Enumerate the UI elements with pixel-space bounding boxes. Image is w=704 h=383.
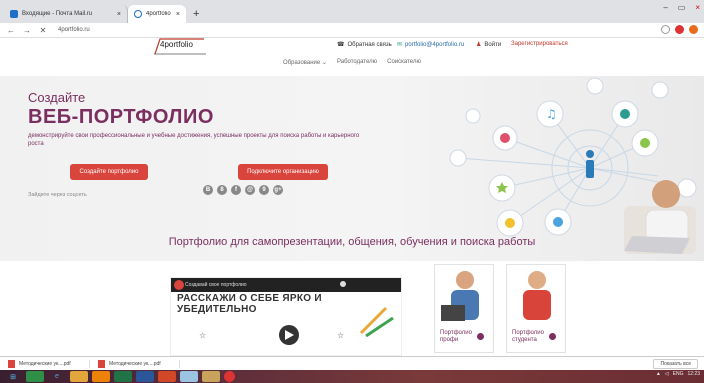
feedback-link[interactable]: ☎ Обратная связь — [337, 41, 392, 49]
forward-button[interactable]: → — [22, 26, 32, 35]
create-portfolio-button[interactable]: Создайте портфолио — [70, 164, 148, 180]
system-tray: ▲ ◁ ENG 12:23 — [656, 371, 700, 377]
site-header: 4portfolio ☎ Обратная связь ✉ portfolio@… — [0, 38, 704, 73]
yandex-browser-icon[interactable] — [224, 371, 235, 382]
loading-favicon-icon — [134, 10, 142, 18]
main-menu: Образование ⌄ Работодателю Соискателю — [0, 59, 704, 66]
network-illustration: ♫ — [449, 77, 697, 254]
connect-organization-button[interactable]: Подключите организацию — [238, 164, 328, 180]
task-view-icon[interactable] — [26, 371, 44, 382]
download-item[interactable]: Методические ук....pdf — [8, 359, 90, 368]
clock[interactable]: 12:23 — [687, 371, 700, 377]
hero-subtitle: Создайте — [28, 90, 86, 105]
register-link[interactable]: Зарегистрироваться — [511, 41, 568, 47]
phone-icon: ☎ — [337, 42, 345, 48]
hero-title: ВЕБ-ПОРТФОЛИО — [28, 106, 214, 128]
excel-icon[interactable] — [114, 371, 132, 382]
word-icon[interactable] — [136, 371, 154, 382]
facebook-icon[interactable]: f — [231, 185, 241, 195]
tab-4portfolio-label: 4portfolio - портал для ведени... — [146, 11, 172, 17]
pro-card-label: Портфолио профи — [440, 330, 472, 343]
maximize-button[interactable]: ▭ — [678, 3, 686, 12]
volume-icon[interactable]: ◁ — [665, 371, 669, 377]
student-card-arrow-icon — [549, 333, 556, 340]
pdf-icon — [98, 359, 105, 368]
tab-mail-label: Входящие - Почта Mail.ru — [22, 11, 93, 17]
stop-button[interactable]: ✕ — [38, 26, 48, 35]
browser-tab-strip: Входящие - Почта Mail.ru × 4portfolio - … — [0, 0, 704, 23]
back-button[interactable]: ← — [6, 26, 16, 35]
student-person-image — [523, 271, 551, 320]
ie-browser-icon[interactable]: e — [48, 371, 66, 382]
close-window-button[interactable]: × — [695, 3, 700, 12]
promo-video[interactable]: Создавай свое портфолио РАССКАЖИ О СЕБЕ … — [170, 277, 402, 356]
svg-text:☆: ☆ — [337, 331, 344, 340]
folder-icon[interactable] — [202, 371, 220, 382]
tab-close-icon[interactable]: × — [176, 11, 180, 18]
windows-taskbar: ⊞ e ▲ ◁ ENG 12:23 — [0, 370, 704, 383]
powerpoint-icon[interactable] — [158, 371, 176, 382]
pro-card-arrow-icon — [477, 333, 484, 340]
tab-4portfolio[interactable]: 4portfolio - портал для ведени... × — [128, 5, 186, 23]
hero-text: демонстрируйте свои профессиональные и у… — [28, 133, 360, 147]
mail-icon: ✉ — [397, 42, 403, 48]
profile-icon[interactable] — [689, 25, 698, 34]
user-icon: ♟ — [476, 42, 482, 48]
network-icon[interactable]: ▲ — [656, 371, 661, 377]
section-title: Портфолио для самопрезентации, общения, … — [168, 236, 536, 248]
download-filename: Методические ук....pdf — [19, 360, 71, 367]
start-button-icon[interactable]: ⊞ — [4, 371, 22, 382]
svg-text:♫: ♫ — [546, 107, 557, 121]
odnoklassniki-icon[interactable]: 8 — [217, 185, 227, 195]
student-card-label: Портфолио студента — [512, 330, 544, 343]
odnoklassniki-app-icon[interactable] — [92, 371, 110, 382]
opera-extension-icon[interactable] — [675, 25, 684, 34]
svg-text:☆: ☆ — [199, 331, 206, 340]
google-plus-icon[interactable]: g+ — [273, 185, 283, 195]
download-item[interactable]: Методические ук....pdf — [98, 359, 180, 368]
yandex-icon[interactable]: 9 — [259, 185, 269, 195]
portfolio-pro-card[interactable]: Портфолио профи — [434, 264, 494, 353]
file-explorer-icon[interactable] — [70, 371, 88, 382]
login-label: Войти — [484, 41, 502, 48]
mailru-icon[interactable]: @ — [245, 185, 255, 195]
person-center-icon — [586, 150, 594, 178]
email-link[interactable]: ✉ portfolio@4portfolio.ru — [397, 41, 465, 49]
tab-mail[interactable]: Входящие - Почта Mail.ru × — [4, 5, 128, 23]
url-input[interactable]: 4portfolio.ru — [58, 27, 90, 33]
social-login-label: Зайдите через соцсеть — [28, 192, 87, 198]
login-link[interactable]: ♟ Войти — [476, 41, 502, 49]
portfolio-student-card[interactable]: Портфолио студента — [506, 264, 566, 353]
webpage: 4portfolio ☎ Обратная связь ✉ portfolio@… — [0, 38, 704, 356]
feedback-label: Обратная связь — [347, 41, 392, 48]
hero-banner: Создайте ВЕБ-ПОРТФОЛИО демонстрируйте св… — [0, 76, 704, 261]
download-filename: Методические ук....pdf — [109, 360, 161, 367]
tab-close-icon[interactable]: × — [117, 11, 121, 18]
show-all-downloads-button[interactable]: Показать все — [653, 358, 698, 369]
mail-favicon-icon — [10, 10, 18, 18]
register-label: Зарегистрироваться — [511, 41, 568, 47]
logo-text: 4portfolio — [160, 40, 193, 49]
menu-item-education[interactable]: Образование ⌄ — [283, 59, 327, 66]
social-login-buttons: В 8 f @ 9 g+ — [203, 185, 283, 195]
pdf-icon — [8, 359, 15, 368]
star-icon[interactable] — [661, 25, 670, 34]
downloads-bar: Методические ук....pdf Методические ук..… — [0, 356, 704, 370]
site-logo[interactable]: 4portfolio — [152, 38, 208, 56]
channel-avatar-icon — [174, 280, 184, 290]
minimize-button[interactable]: – — [663, 3, 667, 12]
address-bar: ← → ✕ 4portfolio.ru — [0, 23, 704, 38]
menu-item-employer[interactable]: Работодателю — [337, 59, 377, 66]
video-doodles: ☆ ☆ — [174, 280, 394, 345]
pro-person-image — [441, 271, 479, 321]
clock-icon — [340, 281, 346, 287]
window-controls: – ▭ × — [663, 3, 700, 12]
menu-item-jobseeker[interactable]: Соискателю — [387, 59, 421, 66]
vk-icon[interactable]: В — [203, 185, 213, 195]
paint-icon[interactable] — [180, 371, 198, 382]
email-label: portfolio@4portfolio.ru — [405, 41, 465, 48]
language-indicator[interactable]: ENG — [673, 371, 684, 377]
new-tab-button[interactable]: + — [193, 8, 199, 20]
